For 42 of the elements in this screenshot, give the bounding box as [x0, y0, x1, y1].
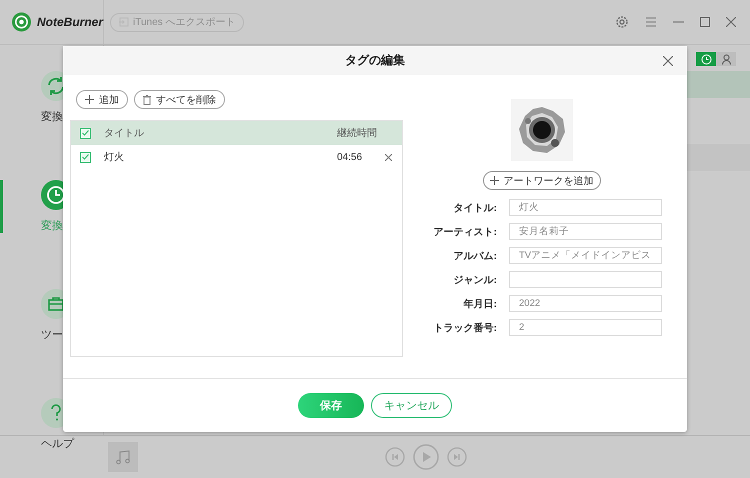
plus-icon [85, 95, 94, 104]
person-icon [720, 54, 732, 64]
menu-icon[interactable] [645, 17, 657, 27]
track-title: 灯火 [104, 150, 125, 164]
add-button[interactable]: 追加 [76, 90, 128, 109]
clock-icon [700, 54, 712, 64]
trash-icon [143, 94, 151, 104]
cancel-button[interactable]: キャンセル [371, 393, 452, 418]
clock-view-button[interactable] [696, 52, 716, 66]
add-artwork-button[interactable]: アートワークを追加 [482, 171, 600, 190]
export-button[interactable]: iTunes へエクスポート [110, 12, 244, 32]
app-name: NoteBurner [36, 15, 103, 29]
delete-all-button[interactable]: すべてを削除 [134, 90, 225, 109]
person-view-button[interactable] [716, 52, 736, 66]
minimize-icon[interactable] [673, 21, 684, 23]
column-header: 継続時間 [337, 126, 378, 140]
remove-icon[interactable] [385, 154, 392, 160]
checkbox[interactable] [80, 152, 91, 162]
field-label: アルバム: [452, 250, 497, 262]
settings-icon[interactable] [615, 15, 629, 29]
music-note-icon [108, 442, 138, 472]
input-field[interactable]: 2022 [509, 295, 662, 312]
input-field[interactable]: 2 [509, 319, 662, 336]
input-field[interactable] [509, 271, 662, 288]
dialog-title: タグの編集 [345, 52, 405, 69]
close-icon[interactable] [726, 17, 736, 27]
input-field[interactable]: 安月名莉子 [509, 223, 662, 240]
column-header: タイトル [104, 127, 145, 140]
track-duration: 04:56 [337, 152, 364, 162]
field-label: トラック番号: [432, 322, 497, 334]
field-label: 年月日: [462, 298, 497, 310]
field-label: アーティスト: [432, 226, 497, 238]
logo-icon [12, 12, 31, 32]
input-field[interactable]: 灯火 [509, 199, 662, 216]
save-button[interactable]: 保存 [298, 393, 364, 418]
field-label: タイトル: [452, 202, 497, 214]
checkbox[interactable] [80, 128, 91, 138]
maximize-icon[interactable] [700, 17, 710, 27]
close-icon[interactable] [663, 56, 673, 66]
plus-icon [490, 176, 498, 185]
input-field[interactable]: TVアニメ「メイドインアビス [509, 247, 662, 264]
field-label: ジャンル: [452, 274, 497, 286]
